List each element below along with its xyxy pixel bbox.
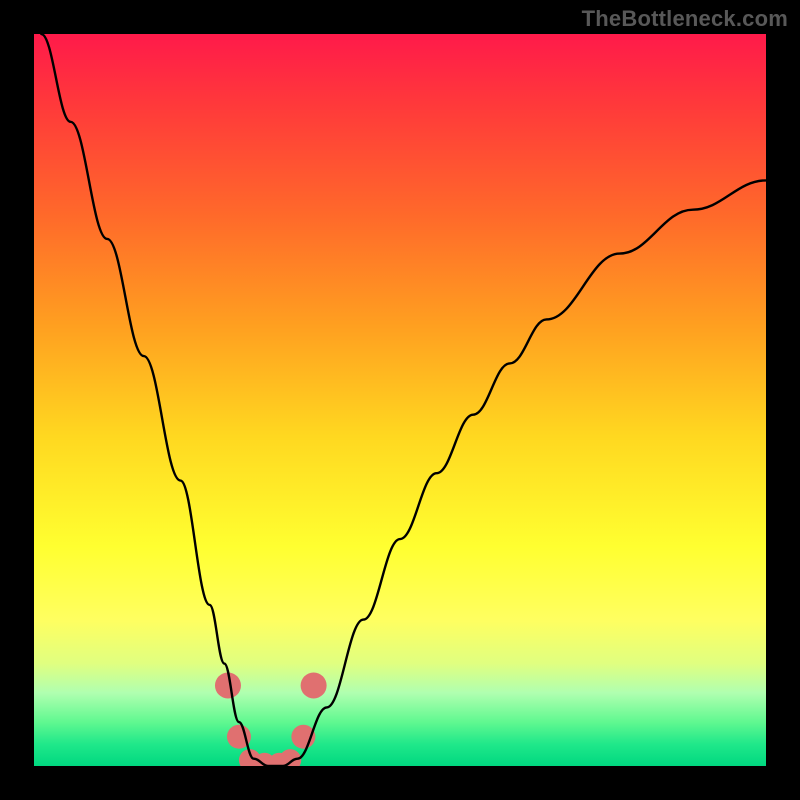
marker-dot xyxy=(301,672,327,698)
chart-frame: TheBottleneck.com xyxy=(0,0,800,800)
curve-layer xyxy=(34,34,766,766)
watermark-text: TheBottleneck.com xyxy=(582,6,788,32)
plot-area xyxy=(34,34,766,766)
bottleneck-curve xyxy=(41,34,766,766)
